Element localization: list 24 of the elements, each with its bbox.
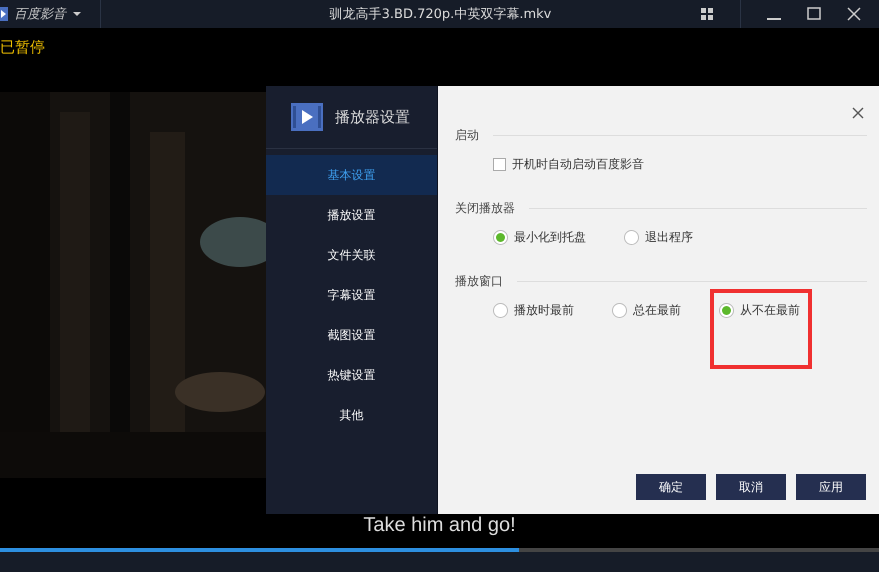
nav-item[interactable]: 字幕设置 <box>266 275 437 315</box>
radio-option[interactable]: 最小化到托盘 <box>493 229 586 246</box>
section-title: 启动 <box>455 126 479 144</box>
nav-item[interactable]: 文件关联 <box>266 235 437 275</box>
radio-option[interactable]: 播放时最前 <box>493 302 574 319</box>
section-title: 关闭播放器 <box>455 200 515 216</box>
radio-option[interactable]: 退出程序 <box>624 229 693 246</box>
status-text: 已暂停 <box>0 38 45 57</box>
radio-option[interactable]: 从不在最前 <box>719 302 800 319</box>
nav-item[interactable]: 播放设置 <box>266 195 437 235</box>
subtitle-text: Take him and go! <box>362 514 517 537</box>
nav-item[interactable]: 热键设置 <box>266 355 437 395</box>
section-title: 播放窗口 <box>455 272 503 290</box>
checkbox-option[interactable]: 开机时自动启动百度影音 <box>493 156 644 173</box>
radio-option[interactable]: 总在最前 <box>612 302 681 319</box>
nav-item[interactable]: 基本设置 <box>266 155 437 195</box>
dialog-button[interactable]: 取消 <box>716 474 786 500</box>
dialog-title: 播放器设置 <box>335 108 410 126</box>
nav-item[interactable]: 截图设置 <box>266 315 437 355</box>
app-menu-button[interactable]: 百度影音 <box>0 0 101 28</box>
dialog-button[interactable]: 应用 <box>796 474 866 500</box>
nav-item[interactable]: 其他 <box>266 395 437 435</box>
window-title: 驯龙高手3.BD.720p.中英双字幕.mkv <box>328 6 552 23</box>
dialog-button[interactable]: 确定 <box>636 474 706 500</box>
